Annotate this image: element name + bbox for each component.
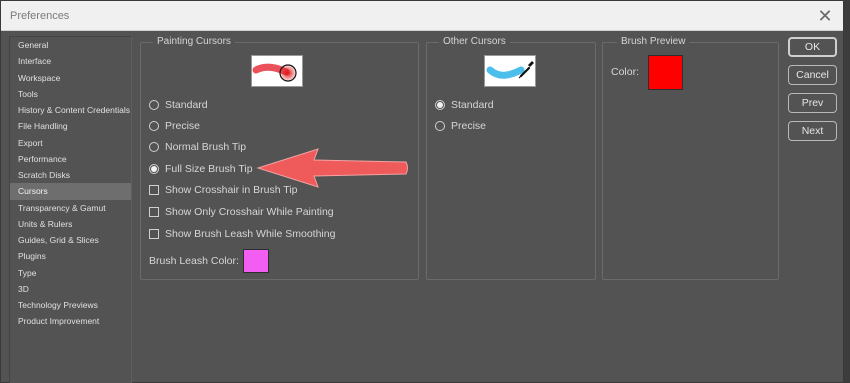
other-radio-precise[interactable]: Precise (435, 119, 486, 133)
brush-leash-color-swatch[interactable] (243, 249, 269, 273)
other-radio-standard-label: Standard (451, 99, 494, 111)
sidebar-item-cursors[interactable]: Cursors (10, 183, 131, 200)
checkbox-show-crosshair-box[interactable] (149, 185, 159, 195)
sidebar-item-type[interactable]: Type (10, 265, 131, 281)
checkbox-brush-leash-label: Show Brush Leash While Smoothing (165, 228, 336, 240)
radio-normal-brush-tip-button[interactable] (149, 142, 159, 152)
sidebar-item-history-content-credentials[interactable]: History & Content Credentials (10, 102, 131, 118)
sidebar-item-technology-previews[interactable]: Technology Previews (10, 297, 131, 313)
prev-button[interactable]: Prev (788, 93, 837, 113)
radio-standard-label: Standard (165, 99, 208, 111)
sidebar-item-performance[interactable]: Performance (10, 151, 131, 167)
brush-preview-color-swatch[interactable] (648, 55, 683, 90)
sidebar-item-file-handling[interactable]: File Handling (10, 118, 131, 134)
other-radio-precise-button[interactable] (435, 121, 445, 131)
other-cursors-title: Other Cursors (439, 36, 510, 47)
brush-cursor-preview-icon (251, 55, 303, 87)
sidebar-item-scratch-disks[interactable]: Scratch Disks (10, 167, 131, 183)
annotation-arrow-icon (256, 148, 408, 188)
dialog-title: Preferences (10, 10, 70, 22)
sidebar-item-units-rulers[interactable]: Units & Rulers (10, 216, 131, 232)
radio-full-size-brush-tip-label: Full Size Brush Tip (165, 163, 253, 175)
radio-full-size-brush-tip[interactable]: Full Size Brush Tip (149, 162, 253, 176)
brush-preview-group: Brush Preview Color: (602, 36, 779, 280)
sidebar-item-product-improvement[interactable]: Product Improvement (10, 313, 131, 329)
radio-precise[interactable]: Precise (149, 119, 200, 133)
sidebar-item-interface[interactable]: Interface (10, 53, 131, 69)
checkbox-brush-leash-box[interactable] (149, 229, 159, 239)
ok-button[interactable]: OK (788, 37, 837, 57)
preferences-category-list: General Interface Workspace Tools History & … (9, 36, 132, 383)
radio-normal-brush-tip[interactable]: Normal Brush Tip (149, 140, 246, 154)
sidebar-item-transparency-gamut[interactable]: Transparency & Gamut (10, 200, 131, 216)
sidebar-item-3d[interactable]: 3D (10, 281, 131, 297)
preferences-dialog: Preferences ✕ General Interface Workspace T… (0, 0, 844, 383)
brush-leash-color-label: Brush Leash Color: (149, 255, 239, 267)
painting-cursors-title: Painting Cursors (153, 36, 235, 47)
checkbox-only-crosshair-label: Show Only Crosshair While Painting (165, 206, 334, 218)
sidebar-item-guides-grid-slices[interactable]: Guides, Grid & Slices (10, 232, 131, 248)
checkbox-only-crosshair-box[interactable] (149, 207, 159, 217)
brush-preview-title: Brush Preview (617, 36, 690, 47)
other-radio-standard-button[interactable] (435, 100, 445, 110)
sidebar-item-workspace[interactable]: Workspace (10, 70, 131, 86)
close-icon[interactable]: ✕ (813, 4, 837, 28)
sidebar-item-plugins[interactable]: Plugins (10, 248, 131, 264)
radio-standard[interactable]: Standard (149, 98, 208, 112)
radio-precise-button[interactable] (149, 121, 159, 131)
title-bar: Preferences ✕ (1, 1, 843, 31)
radio-precise-label: Precise (165, 120, 201, 132)
background-app-edge (844, 0, 850, 383)
sidebar-item-export[interactable]: Export (10, 135, 131, 151)
radio-full-size-brush-tip-button[interactable] (149, 164, 159, 174)
other-cursors-group: Other Cursors Standard Precise (426, 36, 596, 280)
other-radio-standard[interactable]: Standard (435, 98, 494, 112)
sidebar-item-tools[interactable]: Tools (10, 86, 131, 102)
other-radio-precise-label: Precise (451, 120, 487, 132)
other-cursor-preview-icon (484, 55, 536, 87)
checkbox-brush-leash[interactable]: Show Brush Leash While Smoothing (149, 227, 335, 241)
sidebar-item-general[interactable]: General (10, 37, 131, 53)
brush-preview-color-label: Color: (611, 66, 640, 78)
radio-standard-button[interactable] (149, 100, 159, 110)
radio-normal-brush-tip-label: Normal Brush Tip (165, 141, 247, 153)
next-button[interactable]: Next (788, 121, 837, 141)
cancel-button[interactable]: Cancel (788, 65, 837, 85)
checkbox-only-crosshair[interactable]: Show Only Crosshair While Painting (149, 205, 334, 219)
